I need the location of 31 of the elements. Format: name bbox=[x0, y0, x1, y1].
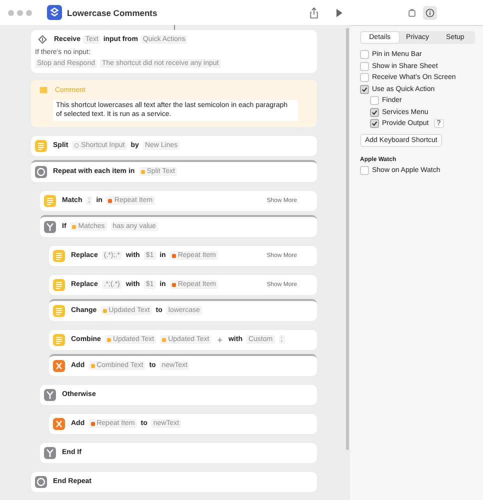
play-icon[interactable] bbox=[334, 6, 344, 18]
window-title: Lowercase Comments bbox=[67, 8, 158, 18]
checkbox[interactable] bbox=[360, 166, 369, 175]
text-icon bbox=[35, 140, 47, 152]
branch-icon bbox=[44, 220, 56, 233]
branch-icon bbox=[44, 388, 56, 401]
text-icon bbox=[53, 304, 65, 317]
note-icon bbox=[38, 85, 49, 96]
text-icon bbox=[44, 194, 56, 207]
checkbox[interactable] bbox=[370, 96, 379, 106]
repeat-icon bbox=[35, 476, 47, 488]
scrollbar[interactable] bbox=[346, 28, 349, 450]
app-icon bbox=[47, 5, 62, 20]
text-icon bbox=[53, 250, 65, 262]
checkbox[interactable] bbox=[360, 73, 369, 82]
info-icon[interactable] bbox=[422, 6, 436, 20]
checkbox[interactable] bbox=[370, 108, 379, 117]
input-icon bbox=[74, 143, 80, 148]
text-icon bbox=[53, 278, 65, 291]
checkbox[interactable] bbox=[370, 119, 379, 128]
checkbox[interactable] bbox=[360, 50, 369, 60]
branch-icon bbox=[44, 446, 56, 459]
repeat-icon bbox=[35, 166, 47, 178]
text-icon bbox=[53, 334, 65, 346]
variable-icon bbox=[53, 360, 65, 372]
tray-icon bbox=[37, 34, 48, 45]
checkbox[interactable] bbox=[360, 84, 369, 94]
plus-sign[interactable]: + bbox=[215, 334, 224, 345]
share-icon[interactable] bbox=[309, 6, 319, 18]
variable-icon bbox=[53, 418, 65, 430]
checkbox[interactable] bbox=[360, 62, 369, 71]
